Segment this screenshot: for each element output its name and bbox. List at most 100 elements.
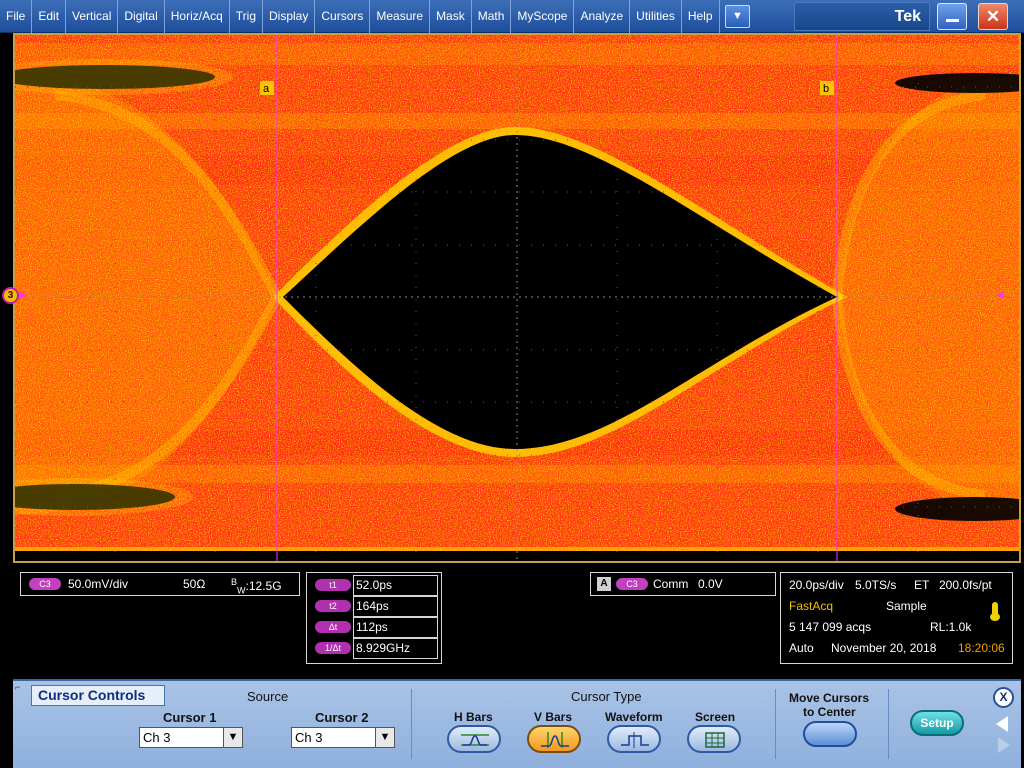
brand-area: Tek <box>794 2 930 31</box>
screen-label: Screen <box>695 710 736 724</box>
v-bars-icon <box>541 732 569 748</box>
menu-myscope[interactable]: MyScope <box>511 0 575 33</box>
panel-divider <box>775 689 776 759</box>
bandwidth-sub: W <box>237 585 246 596</box>
cursor2-source-select[interactable]: Ch 3 ▼ <box>291 727 395 748</box>
h-bars-label: H Bars <box>454 710 493 724</box>
waveform-label: Waveform <box>605 710 663 724</box>
brand-logo: Tek <box>894 8 921 25</box>
waveform-cursor-icon <box>621 732 649 748</box>
cursor-value: 164ps <box>353 596 438 617</box>
cursor-badge: t2 <box>315 600 351 612</box>
screen-cursor-icon <box>705 732 725 748</box>
trigger-mode: Auto <box>789 641 814 655</box>
move-cursors-to-center-button[interactable] <box>803 721 857 747</box>
cursor-readout[interactable]: t1 52.0ps t2 164ps Δt 112ps 1/Δt 8.929GH… <box>306 572 442 664</box>
screen-button[interactable] <box>687 725 741 753</box>
menu-edit[interactable]: Edit <box>32 0 67 33</box>
cursor2-label: Cursor 2 <box>315 710 369 725</box>
channel-readout[interactable]: C3 50.0mV/div 50Ω BW:12.5G <box>20 572 300 596</box>
trigger-readout[interactable]: A C3 Comm 0.0V <box>590 572 776 596</box>
thermometer-icon <box>990 602 1000 621</box>
cursor-badge: 1/Δt <box>315 642 351 654</box>
source-label: Source <box>247 689 289 704</box>
chevron-down-icon[interactable]: ▼ <box>725 5 750 28</box>
sample-mode: Sample <box>886 599 927 613</box>
v-bars-label: V Bars <box>534 710 573 724</box>
cursor-row-frequency: 1/Δt 8.929GHz <box>307 638 443 659</box>
minimize-icon <box>946 19 959 22</box>
cursor-b-label: b <box>823 83 829 95</box>
panel-prev-icon[interactable] <box>996 716 1008 732</box>
panel-close-icon[interactable]: X <box>993 687 1014 708</box>
menu-file[interactable]: File <box>0 0 33 33</box>
menu-horiz-acq[interactable]: Horiz/Acq <box>165 0 230 33</box>
cursor1-source-select[interactable]: Ch 3 ▼ <box>139 727 243 748</box>
close-button[interactable]: ✕ <box>978 3 1008 30</box>
chevron-down-icon[interactable]: ▼ <box>223 728 242 747</box>
cursor1-source-value: Ch 3 <box>143 730 171 745</box>
cursor2-source-value: Ch 3 <box>295 730 323 745</box>
h-bars-button[interactable] <box>447 725 501 753</box>
move-center-label-1: Move Cursors <box>789 691 870 705</box>
menu-help[interactable]: Help <box>682 0 720 33</box>
cursor-badge: Δt <box>315 621 351 633</box>
channel-badge: C3 <box>29 578 61 590</box>
cursor-controls-panel: ⌐ Cursor Controls Source Cursor 1 Ch 3 ▼… <box>13 679 1021 768</box>
menu-measure[interactable]: Measure <box>370 0 431 33</box>
cursor-value: 8.929GHz <box>353 638 438 659</box>
timebase: 20.0ps/div <box>789 578 844 592</box>
acquisition-mode: FastAcq <box>789 599 834 613</box>
menu-math[interactable]: Math <box>472 0 512 33</box>
menu-mask[interactable]: Mask <box>430 0 472 33</box>
cursor-type-label: Cursor Type <box>571 689 642 704</box>
channel-scale: 50.0mV/div <box>68 577 129 591</box>
cursor-row-delta: Δt 112ps <box>307 617 443 638</box>
menu-cursors[interactable]: Cursors <box>315 0 371 33</box>
waveform-button[interactable] <box>607 725 661 753</box>
sample-rate: 5.0TS/s <box>855 578 897 592</box>
record-length: RL:1.0k <box>930 620 972 634</box>
v-bars-button[interactable] <box>527 725 581 753</box>
trigger-coupling: Comm <box>653 577 689 591</box>
resolution: 200.0fs/pt <box>939 578 992 592</box>
h-bars-icon <box>461 734 489 746</box>
cursor-row-t1: t1 52.0ps <box>307 575 443 596</box>
trigger-level: 0.0V <box>698 577 723 591</box>
panel-divider <box>888 689 889 759</box>
date: November 20, 2018 <box>831 641 937 655</box>
channel-bandwidth: BW:12.5G <box>231 577 282 595</box>
channel-3-marker[interactable]: 3 <box>2 287 19 304</box>
panel-divider <box>411 689 412 759</box>
cursor-badge: t1 <box>315 579 351 591</box>
cursor1-label: Cursor 1 <box>163 710 217 725</box>
menu-digital[interactable]: Digital <box>118 0 165 33</box>
cursor-value: 52.0ps <box>353 575 438 596</box>
panel-next-icon[interactable] <box>998 737 1010 753</box>
eye-diagram: a b <box>15 35 1019 561</box>
bandwidth-value: :12.5G <box>245 579 282 593</box>
et-label: ET <box>914 578 930 592</box>
acquisition-count: 5 147 099 acqs <box>789 620 872 634</box>
menu-vertical[interactable]: Vertical <box>66 0 119 33</box>
minimize-button[interactable] <box>937 3 967 30</box>
cursor-a-label: a <box>263 83 270 95</box>
channel-impedance: 50Ω <box>183 577 206 591</box>
menu-display[interactable]: Display <box>263 0 316 33</box>
menu-trig[interactable]: Trig <box>230 0 263 33</box>
menu-items: File Edit Vertical Digital Horiz/Acq Tri… <box>0 0 720 33</box>
time: 18:20:06 <box>958 641 1005 655</box>
setup-button[interactable]: Setup <box>910 710 964 736</box>
waveform-display[interactable]: a b <box>13 33 1021 563</box>
menu-utilities[interactable]: Utilities <box>630 0 682 33</box>
move-center-label-2: to Center <box>803 705 856 719</box>
trigger-source-badge: C3 <box>616 578 648 590</box>
chevron-down-icon[interactable]: ▼ <box>375 728 394 747</box>
channel-offset-arrow-right-icon <box>997 291 1004 299</box>
trigger-mode-badge: A <box>597 577 611 591</box>
channel-offset-arrow-left-icon <box>19 291 26 299</box>
menu-analyze[interactable]: Analyze <box>574 0 631 33</box>
acquisition-readout[interactable]: 20.0ps/div 5.0TS/s ET 200.0fs/pt FastAcq… <box>780 572 1013 664</box>
panel-title: Cursor Controls <box>31 685 165 706</box>
panel-corner-icon[interactable]: ⌐ <box>15 682 20 692</box>
